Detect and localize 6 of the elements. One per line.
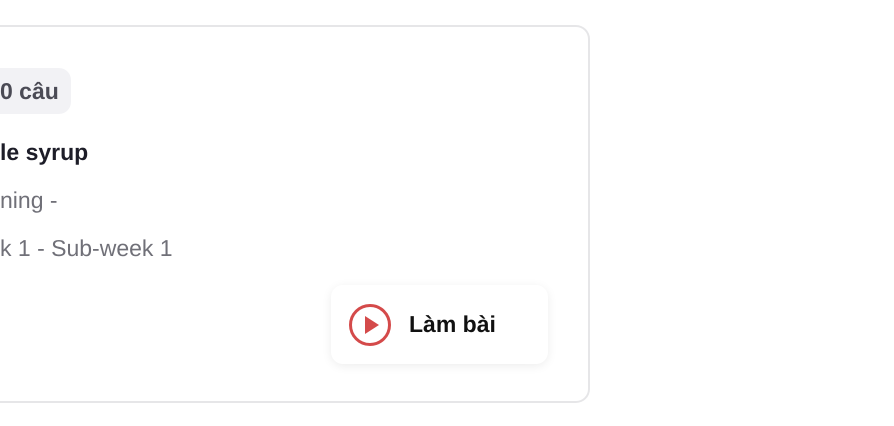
quiz-subtitle: ning - xyxy=(0,186,59,215)
quiz-subtitle: k 1 - Sub-week 1 xyxy=(0,234,174,263)
question-count-badge: 0 câu xyxy=(0,68,71,114)
play-icon xyxy=(348,302,392,346)
start-quiz-button[interactable]: Làm bài xyxy=(331,285,548,364)
quiz-title: le syrup xyxy=(0,138,90,167)
